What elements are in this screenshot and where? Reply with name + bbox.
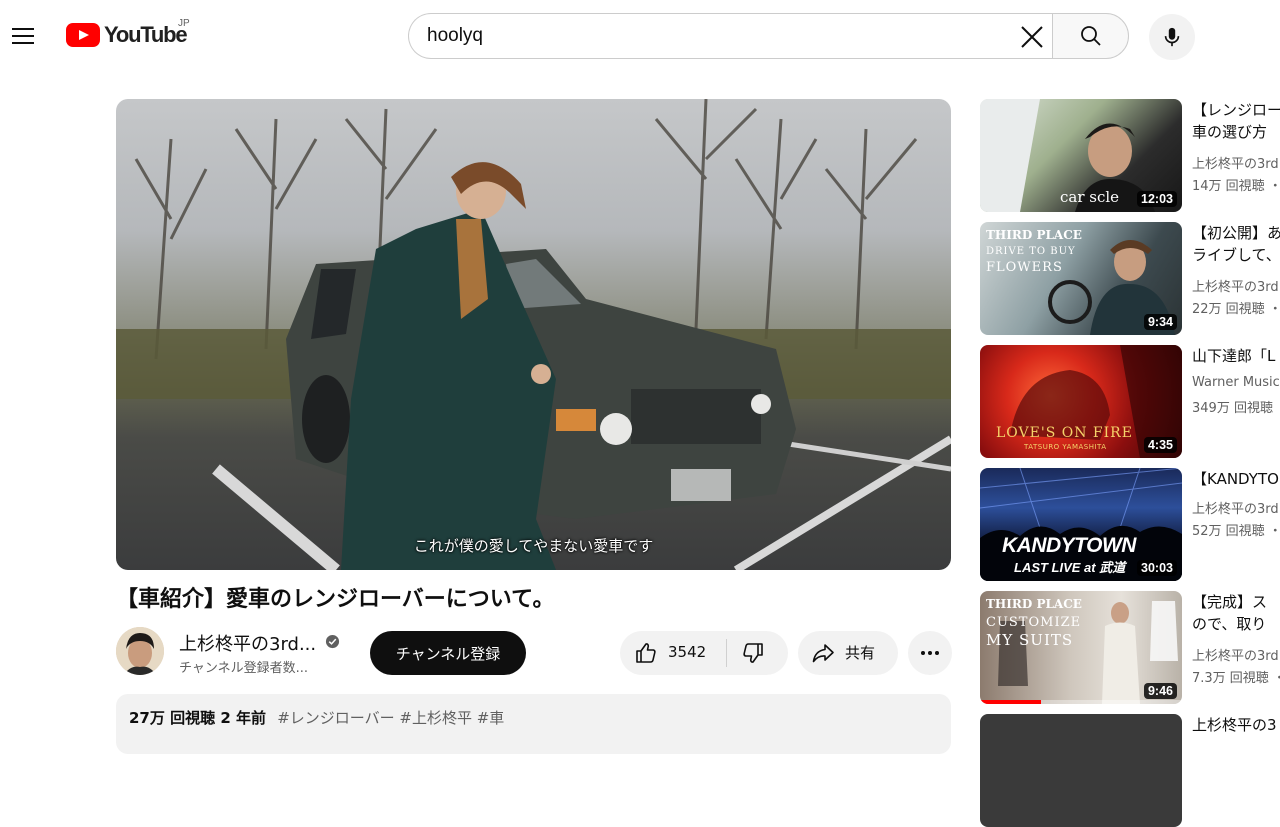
recommended-channel: 上杉柊平の3rd	[1192, 649, 1279, 664]
video-player[interactable]: これが僕の愛してやまない愛車です	[116, 99, 951, 570]
dislike-button[interactable]	[727, 631, 788, 675]
recommended-channel: 上杉柊平の3rd	[1192, 280, 1279, 295]
video-thumbnail: LOVE'S ON FIRE TATSURO YAMASHITA 4:35	[980, 345, 1182, 458]
recommended-views: 14万 回視聴 ・	[1192, 179, 1280, 194]
video-duration: 9:34	[1143, 314, 1177, 330]
verified-icon	[325, 634, 340, 649]
subscriber-count: チャンネル登録者数...	[179, 661, 309, 676]
thumbnail-text: FLOWERS	[986, 260, 1063, 275]
view-count-date: 27万 回視聴 2 年前	[129, 709, 266, 727]
recommended-title: 【KANDYTO	[1192, 470, 1279, 488]
recommended-video[interactable]: 上杉柊平の3	[980, 714, 1280, 827]
recommended-channel: 上杉柊平の3rd	[1192, 502, 1279, 517]
thumbs-up-icon	[636, 643, 656, 663]
video-thumbnail: car scle 12:03	[980, 99, 1182, 212]
description-box[interactable]: 27万 回視聴 2 年前 #レンジローバー #上杉柊平 #車	[116, 694, 951, 754]
video-thumbnail: THIRD PLACE CUSTOMIZE MY SUITS 9:46	[980, 591, 1182, 704]
like-button[interactable]: 3542	[620, 631, 726, 675]
like-dislike-group: 3542	[620, 631, 788, 675]
recommended-video[interactable]: LOVE'S ON FIRE TATSURO YAMASHITA 4:35 山下…	[980, 345, 1280, 458]
thumbnail-text: LOVE'S ON FIRE	[996, 425, 1133, 441]
subscribe-button[interactable]: チャンネル登録	[370, 631, 526, 675]
watch-progress-fill	[980, 700, 1041, 704]
search-button[interactable]	[1052, 13, 1129, 59]
video-duration: 30:03	[1137, 560, 1177, 576]
recommended-title: 上杉柊平の3	[1192, 716, 1277, 734]
menu-icon[interactable]	[6, 16, 40, 56]
thumbnail-text: THIRD PLACE	[986, 597, 1082, 611]
like-count: 3542	[668, 643, 707, 661]
hashtags[interactable]: #レンジローバー #上杉柊平 #車	[277, 709, 504, 727]
recommended-views: 7.3万 回視聴 ・	[1192, 671, 1280, 686]
masthead: YouTube JP	[0, 0, 1280, 72]
recommended-video[interactable]: THIRD PLACE CUSTOMIZE MY SUITS 9:46 【完成】…	[980, 591, 1280, 704]
recommended-channel: Warner Music	[1192, 375, 1280, 390]
more-actions-button[interactable]	[908, 631, 952, 675]
video-thumbnail: KANDYTOWN LAST LIVE at 武道 30:03	[980, 468, 1182, 581]
share-label: 共有	[845, 644, 876, 662]
thumbnail-text: KANDYTOWN	[1002, 534, 1136, 557]
thumbnail-text: TATSURO YAMASHITA	[1024, 443, 1107, 451]
microphone-icon	[1164, 27, 1180, 47]
video-caption: これが僕の愛してやまない愛車です	[413, 537, 654, 555]
avatar-image	[116, 627, 164, 675]
recommended-views: 22万 回視聴 ・	[1192, 302, 1280, 317]
youtube-play-icon	[66, 23, 100, 47]
video-thumbnail	[980, 714, 1182, 827]
recommended-views: 52万 回視聴 ・	[1192, 524, 1280, 539]
more-dot	[921, 651, 925, 655]
video-duration: 9:46	[1143, 683, 1177, 699]
search-input[interactable]	[427, 14, 997, 58]
logo-region-code: JP	[178, 18, 190, 29]
thumbnail-text: CUSTOMIZE	[986, 615, 1082, 630]
thumbnail-text: LAST LIVE at 武道	[1014, 560, 1126, 575]
recommended-video[interactable]: THIRD PLACE DRIVE TO BUY FLOWERS 9:34 【初…	[980, 222, 1280, 335]
recommended-video[interactable]: KANDYTOWN LAST LIVE at 武道 30:03 【KANDYTO…	[980, 468, 1280, 581]
clear-search-icon[interactable]	[1020, 25, 1044, 49]
recommended-video[interactable]: car scle 12:03 【レンジロー 車の選び方 上杉柊平の3rd 14万 …	[980, 99, 1280, 212]
video-title: 【車紹介】愛車のレンジローバーについて。	[116, 587, 555, 612]
thumbnail-text: THIRD PLACE	[986, 228, 1082, 242]
share-button[interactable]: 共有	[798, 631, 898, 675]
recommended-views: 349万 回視聴	[1192, 401, 1273, 416]
video-thumbnail: THIRD PLACE DRIVE TO BUY FLOWERS 9:34	[980, 222, 1182, 335]
recommended-title: 【レンジロー 車の選び方	[1192, 101, 1280, 141]
watch-progress-bar	[980, 700, 1182, 704]
voice-search-button[interactable]	[1149, 14, 1195, 60]
search-box	[408, 13, 1053, 59]
recommended-title: 【初公開】あ ライブして、	[1192, 224, 1280, 264]
channel-name[interactable]: 上杉柊平の3rd...	[179, 630, 316, 656]
search-icon	[1080, 26, 1101, 46]
video-duration: 12:03	[1137, 191, 1177, 207]
video-frame	[116, 99, 951, 570]
logo-text: YouTube	[104, 22, 188, 47]
video-duration: 4:35	[1143, 437, 1177, 453]
recommended-title: 【完成】ス ので、取り	[1192, 593, 1268, 633]
youtube-logo[interactable]: YouTube JP	[66, 18, 190, 48]
more-dot	[928, 651, 932, 655]
recommended-channel: 上杉柊平の3rd	[1192, 157, 1279, 172]
thumbnail-text: car scle	[1060, 188, 1120, 206]
recommended-title: 山下達郎「L	[1192, 347, 1276, 365]
share-icon	[812, 644, 834, 663]
description-meta: 27万 回視聴 2 年前 #レンジローバー #上杉柊平 #車	[129, 707, 504, 728]
thumbs-down-icon	[743, 643, 763, 663]
more-dot	[935, 651, 939, 655]
thumbnail-text: DRIVE TO BUY	[986, 246, 1076, 257]
thumbnail-text: MY SUITS	[986, 631, 1074, 649]
channel-avatar[interactable]	[116, 627, 164, 675]
